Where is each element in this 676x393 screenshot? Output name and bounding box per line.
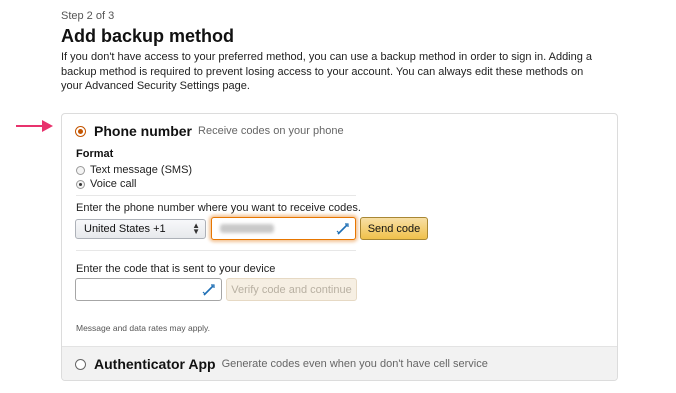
rates-note: Message and data rates may apply. (76, 323, 211, 333)
pen-icon (336, 223, 349, 235)
phone-number-option-title: Phone number (94, 123, 193, 139)
redacted-phone-number (220, 224, 274, 233)
step-indicator: Step 2 of 3 (61, 10, 115, 22)
format-label: Format (76, 148, 114, 160)
voice-call-radio[interactable] (76, 179, 85, 189)
verify-code-button[interactable]: Verify code and continue (226, 278, 357, 301)
authenticator-app-radio[interactable] (75, 358, 86, 370)
phone-number-option[interactable]: Phone number Receive codes on your phone (75, 122, 344, 140)
page-title: Add backup method (61, 26, 235, 46)
pen-icon (202, 284, 215, 296)
sms-option[interactable]: Text message (SMS) (76, 164, 192, 176)
authenticator-app-option-subtitle: Generate codes even when you don't have … (221, 358, 488, 370)
voice-call-option[interactable]: Voice call (76, 178, 136, 190)
phone-number-input[interactable] (211, 217, 356, 240)
code-entry-label: Enter the code that is sent to your devi… (76, 263, 276, 275)
sms-label: Text message (SMS) (90, 164, 193, 176)
send-code-button[interactable]: Send code (360, 217, 428, 240)
verification-code-input[interactable] (75, 278, 222, 301)
phone-number-option-subtitle: Receive codes on your phone (198, 125, 344, 137)
voice-call-label: Voice call (90, 178, 137, 190)
country-code-select[interactable]: United States +1 ▲ ▼ (75, 219, 206, 239)
page-description: If you don't have access to your preferr… (61, 51, 593, 92)
select-arrows-icon: ▲ ▼ (192, 221, 200, 236)
divider (76, 250, 356, 251)
authenticator-app-option[interactable]: Authenticator App Generate codes even wh… (62, 346, 617, 380)
phone-entry-label: Enter the phone number where you want to… (76, 202, 361, 214)
authenticator-app-option-title: Authenticator App (94, 356, 216, 372)
country-code-value: United States +1 (84, 223, 166, 235)
pink-arrow-icon (16, 120, 53, 132)
sms-radio[interactable] (76, 165, 85, 175)
backup-method-panel: Phone number Receive codes on your phone… (61, 113, 618, 381)
divider (76, 195, 356, 196)
phone-number-radio[interactable] (75, 125, 86, 137)
